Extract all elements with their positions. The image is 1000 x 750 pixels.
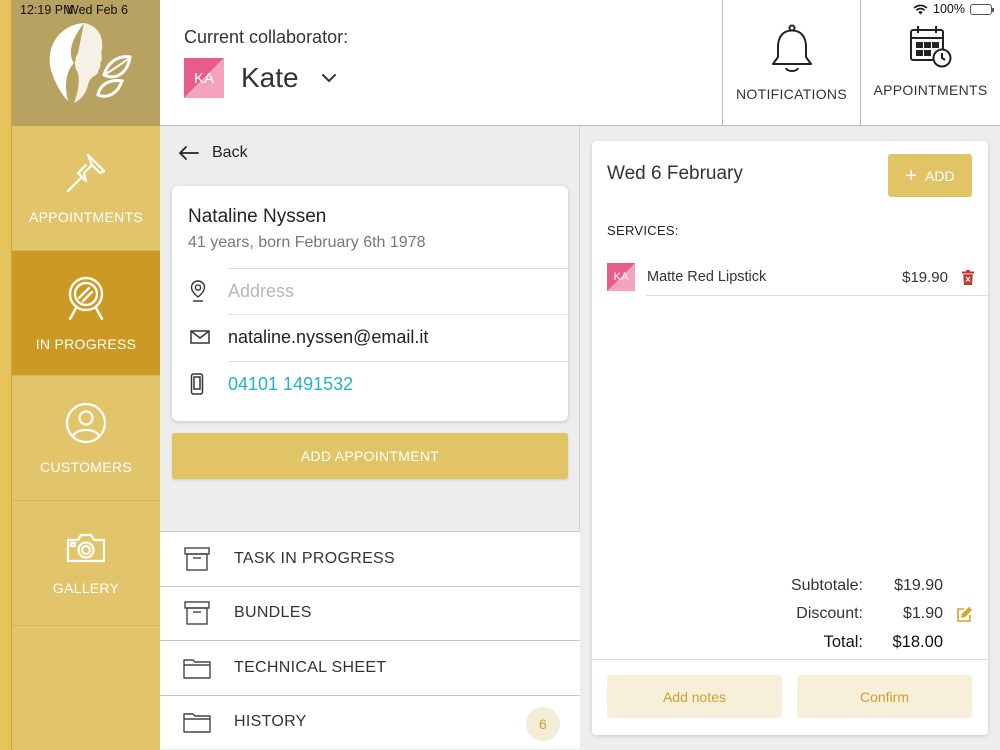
- appointments-label: APPOINTMENTS: [873, 82, 988, 98]
- collaborator-name: Kate: [241, 62, 299, 93]
- calendar-clock-icon: [909, 26, 951, 68]
- discount-value: $1.90: [902, 605, 943, 622]
- service-name: Matte Red Lipstick: [647, 269, 767, 285]
- add-notes-button[interactable]: Add notes: [607, 675, 782, 718]
- arrow-left-icon: [179, 146, 199, 160]
- phone-row[interactable]: 04101 1491532: [188, 361, 568, 407]
- bell-icon: [771, 24, 812, 72]
- wifi-icon: [913, 4, 928, 14]
- menu-item-task-in-progress[interactable]: TASK IN PROGRESS: [160, 531, 580, 586]
- service-price: $19.90: [902, 268, 948, 286]
- history-count-badge: 6: [526, 706, 560, 741]
- services-heading: SERVICES:: [607, 223, 679, 238]
- divider: [646, 295, 988, 296]
- menu-label: TASK IN PROGRESS: [234, 549, 395, 567]
- sidebar-item-label: GALLERY: [52, 580, 120, 596]
- envelope-icon: [190, 330, 210, 344]
- back-label: Back: [212, 144, 248, 161]
- total-value: $18.00: [892, 633, 943, 651]
- appointment-date: Wed 6 February: [607, 163, 743, 184]
- camera-icon: [66, 533, 106, 563]
- sidebar: APPOINTMENTS IN PROGRESS CUSTOMERS GALLE…: [12, 0, 160, 750]
- battery-icon: [970, 3, 994, 15]
- menu-item-technical-sheet[interactable]: TECHNICAL SHEET: [160, 640, 580, 695]
- menu-label: BUNDLES: [234, 604, 312, 622]
- sidebar-edge: [0, 0, 12, 750]
- address-row[interactable]: Address: [188, 268, 568, 314]
- plus-icon: +: [905, 164, 918, 187]
- edit-discount-button[interactable]: [956, 606, 973, 628]
- battery-percent: 100%: [933, 2, 965, 16]
- pushpin-icon: [66, 153, 106, 193]
- sidebar-item-appointments[interactable]: APPOINTMENTS: [12, 126, 160, 251]
- sidebar-item-gallery[interactable]: GALLERY: [12, 501, 160, 626]
- status-date: Wed Feb 6: [67, 3, 128, 17]
- menu-label: TECHNICAL SHEET: [234, 658, 387, 676]
- folder-icon: [183, 713, 211, 733]
- sidebar-item-label: IN PROGRESS: [35, 336, 137, 352]
- total-label: Total:: [823, 633, 863, 651]
- folder-icon: [183, 659, 211, 679]
- add-service-button[interactable]: + ADD: [888, 154, 972, 197]
- edit-icon: [957, 606, 973, 622]
- total-row: Total: $18.00: [592, 629, 988, 657]
- status-time: 12:19 PM: [20, 3, 74, 17]
- totals: Subtotale: $19.90 Discount: $1.90 Total:…: [592, 573, 988, 657]
- mobile-phone-icon: [190, 373, 204, 395]
- sidebar-item-in-progress[interactable]: IN PROGRESS: [12, 251, 160, 376]
- collaborator-avatar: KA: [184, 58, 224, 98]
- person-icon: [65, 402, 107, 444]
- notifications-label: NOTIFICATIONS: [736, 86, 847, 102]
- customer-menu: TASK IN PROGRESS BUNDLES TECHNICAL SHEET…: [160, 531, 580, 749]
- confirm-button[interactable]: Confirm: [797, 675, 972, 718]
- mirror-icon: [68, 276, 104, 321]
- customer-name: Nataline Nyssen: [188, 206, 327, 227]
- woman-face-logo-icon: [49, 23, 132, 103]
- add-appointment-button[interactable]: ADD APPOINTMENT: [172, 433, 568, 479]
- phone-value[interactable]: 04101 1491532: [228, 374, 568, 395]
- discount-row: Discount: $1.90: [592, 601, 988, 629]
- collaborator-selector[interactable]: KA Kate: [184, 58, 337, 98]
- menu-item-history[interactable]: HISTORY 6: [160, 694, 580, 750]
- subtotal-label: Subtotale:: [790, 577, 863, 594]
- customer-pane: Back Nataline Nyssen 41 years, born Febr…: [160, 126, 580, 750]
- location-pin-icon: [190, 280, 206, 302]
- sidebar-item-label: APPOINTMENTS: [28, 209, 144, 225]
- address-field[interactable]: Address: [228, 281, 568, 302]
- delete-service-button[interactable]: [962, 269, 974, 285]
- status-bar: 12:19 PM Wed Feb 6 100%: [0, 0, 1000, 20]
- trash-icon: [962, 269, 974, 285]
- discount-label: Discount:: [796, 605, 863, 622]
- appointment-card: Wed 6 February + ADD SERVICES: KA Matte …: [592, 141, 988, 735]
- service-row[interactable]: KA Matte Red Lipstick $19.90: [607, 258, 988, 296]
- email-value[interactable]: nataline.nyssen@email.it: [228, 327, 568, 348]
- service-collaborator-avatar: KA: [607, 263, 635, 291]
- archive-box-icon: [184, 547, 210, 571]
- subtotal-row: Subtotale: $19.90: [592, 573, 988, 601]
- subtotal-value: $19.90: [894, 577, 943, 594]
- collaborator-label: Current collaborator:: [184, 27, 349, 47]
- sidebar-item-label: CUSTOMERS: [40, 459, 132, 475]
- chevron-down-icon: [321, 74, 336, 83]
- customer-age: 41 years, born February 6th 1978: [188, 234, 426, 251]
- email-row[interactable]: nataline.nyssen@email.it: [188, 314, 568, 360]
- status-right: 100%: [913, 2, 994, 16]
- menu-item-bundles[interactable]: BUNDLES: [160, 585, 580, 641]
- back-button[interactable]: Back: [178, 144, 248, 162]
- sidebar-item-customers[interactable]: CUSTOMERS: [12, 376, 160, 501]
- divider: [592, 659, 988, 660]
- add-service-label: ADD: [925, 167, 955, 184]
- customer-card: Nataline Nyssen 41 years, born February …: [172, 186, 568, 421]
- archive-box-icon: [184, 601, 210, 625]
